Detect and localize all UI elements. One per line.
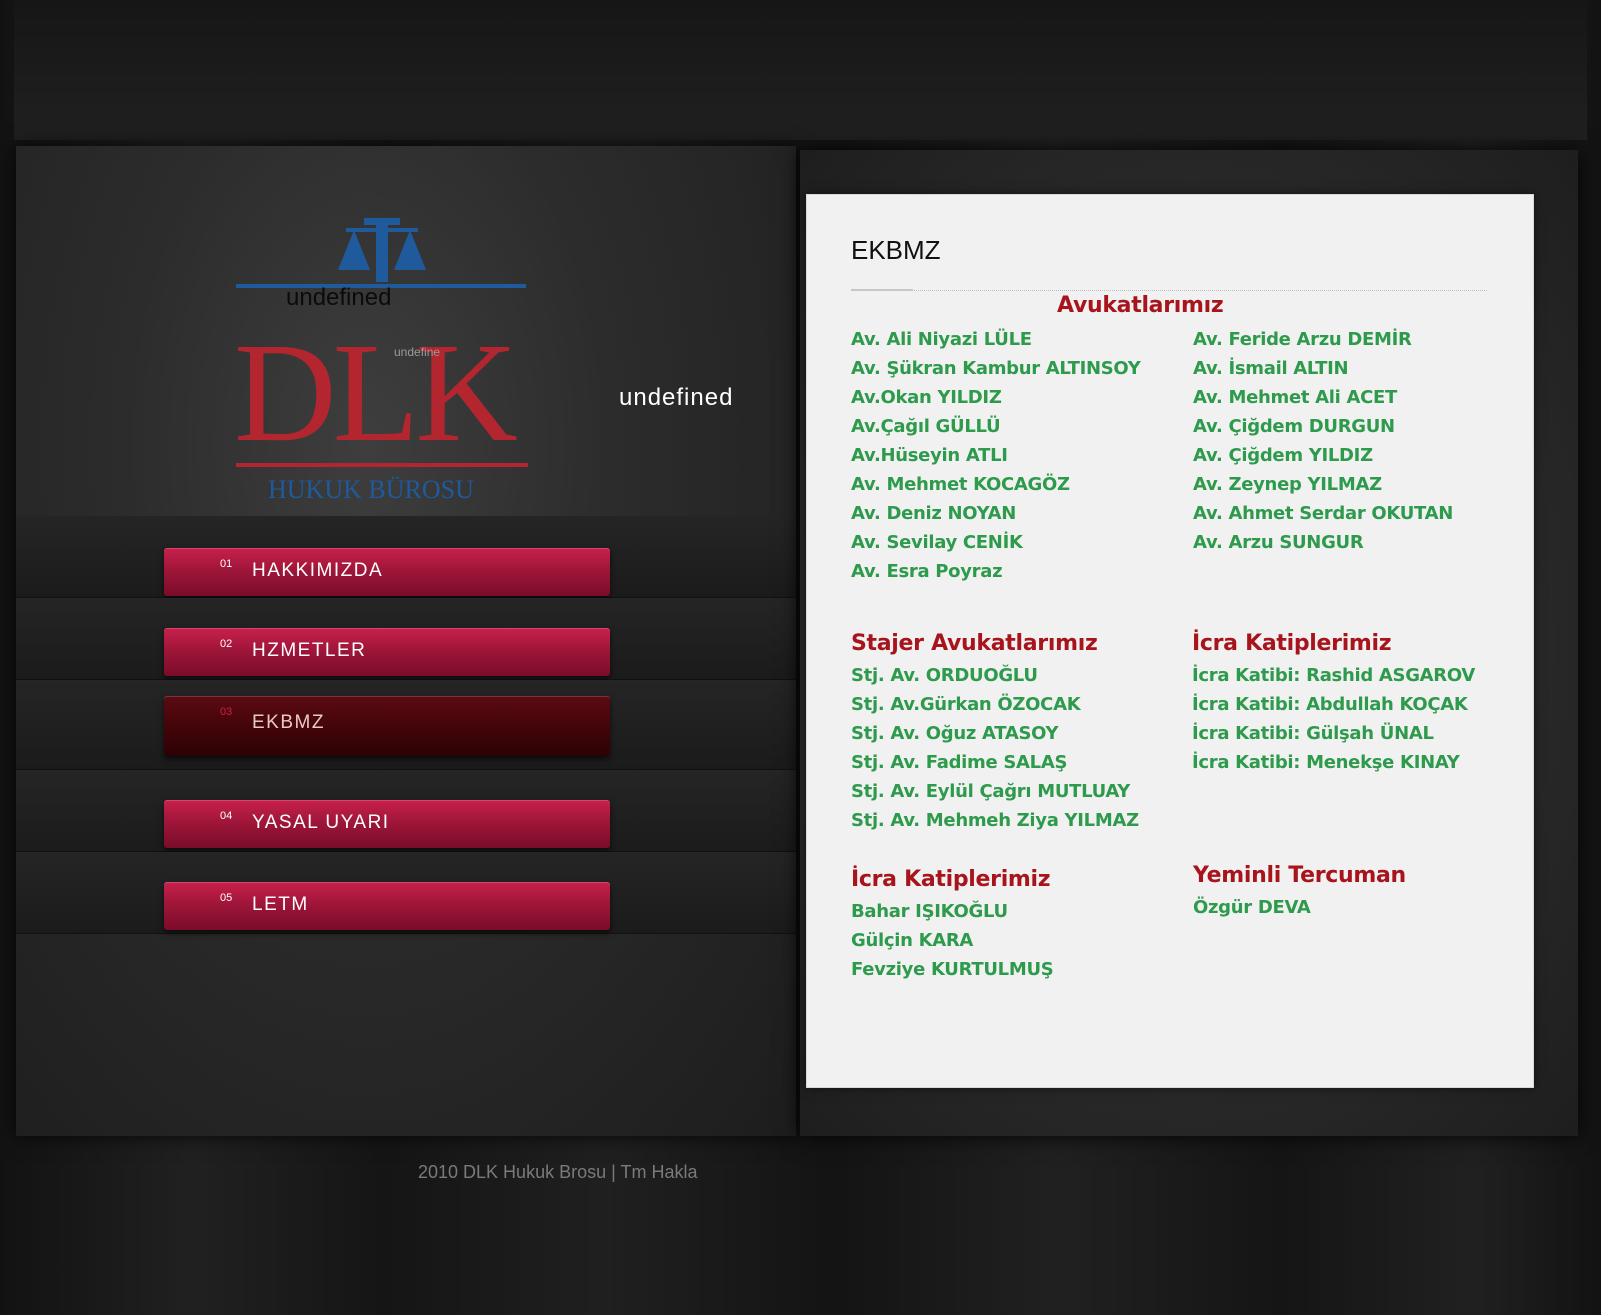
logo-subtitle: HUKUK BÜROSU (268, 475, 474, 504)
menu-number: 01 (220, 558, 233, 570)
menu-row: 02 HZMETLER (16, 598, 796, 680)
list-item: İcra Katibi: Rashid ASGAROV (1192, 665, 1476, 686)
list-item: Av. İsmail ALTIN (1193, 358, 1349, 379)
list-item: Av. Zeynep YILMAZ (1193, 474, 1382, 495)
list-item: Av. Deniz NOYAN (851, 503, 1017, 524)
menu-row: 04 YASAL UYARI (16, 770, 796, 852)
list-item: Stj. Av. Eylül Çağrı MUTLUAY (851, 781, 1131, 802)
menu-number: 04 (220, 810, 233, 822)
icra-list: İcra Katibi: Rashid ASGAROV İcra Katibi:… (1192, 661, 1475, 777)
logo-divider (236, 463, 528, 467)
list-item: İcra Katibi: Gülşah ÜNAL (1192, 723, 1434, 744)
list-item: Av. Mehmet KOCAGÖZ (851, 474, 1070, 495)
menu-item-hizmetler[interactable]: 02 HZMETLER (164, 628, 610, 676)
yeminli-list: Özgür DEVA (1193, 893, 1311, 922)
list-item: Av.Çağıl GÜLLÜ (851, 416, 1001, 437)
section-heading-avukatlar: Avukatlarımız (1057, 293, 1224, 318)
section-heading-icra-2: İcra Katiplerimiz (851, 867, 1051, 892)
list-item: Bahar IŞIKOĞLU (851, 901, 1008, 922)
menu-label: LETM (252, 894, 309, 915)
top-band (14, 0, 1587, 140)
logo-overlay-text: undefined (286, 284, 392, 311)
list-item: Stj. Av. Mehmeh Ziya YILMAZ (851, 810, 1139, 831)
section-heading-yeminli: Yeminli Tercuman (1193, 863, 1406, 888)
menu-number: 02 (220, 638, 233, 650)
menu-number: 05 (220, 892, 233, 904)
footer-copyright: 2010 DLK Hukuk Brosu | Tm Hakla (418, 1162, 698, 1182)
list-item: İcra Katibi: Menekşe KINAY (1192, 752, 1460, 773)
list-item: Av. Esra Poyraz (851, 561, 1003, 582)
menu-label: HAKKIMIZDA (252, 560, 384, 581)
section-heading-stajer: Stajer Avukatlarımız (851, 631, 1098, 656)
list-item: Av. Feride Arzu DEMİR (1193, 329, 1412, 350)
menu-label: HZMETLER (252, 640, 367, 661)
list-item: Av. Çiğdem YILDIZ (1193, 445, 1373, 466)
list-item: Stj. Av. Oğuz ATASOY (851, 723, 1059, 744)
list-item: Gülçin KARA (851, 930, 974, 951)
menu-row: 05 LETM (16, 852, 796, 934)
section-heading-icra: İcra Katiplerimiz (1192, 631, 1392, 656)
icra-list-2: Bahar IŞIKOĞLU Gülçin KARA Fevziye KURTU… (851, 897, 1054, 984)
list-item: Av. Mehmet Ali ACET (1193, 387, 1397, 408)
avukatlar-list-left: Av. Ali Niyazi LÜLE Av. Şükran Kambur AL… (851, 325, 1141, 586)
list-item: Stj. Av.Gürkan ÖZOCAK (851, 694, 1081, 715)
logo-overlay-text-small: undefine (394, 345, 441, 359)
list-item: İcra Katibi: Abdullah KOÇAK (1192, 694, 1468, 715)
left-panel: DLK HUKUK BÜROSU undefined undefine unde… (16, 146, 796, 1136)
dlk-logo[interactable]: DLK HUKUK BÜROSU (236, 218, 556, 518)
list-item: Av. Ahmet Serdar OKUTAN (1193, 503, 1453, 524)
list-item: Av. Çiğdem DURGUN (1193, 416, 1395, 437)
menu-item-ekibimiz[interactable]: 03 EKBMZ (164, 696, 610, 756)
menu-number: 03 (220, 706, 233, 718)
menu-row: 03 EKBMZ (16, 680, 796, 770)
page-title: EKBMZ (851, 235, 941, 265)
page-background: DLK HUKUK BÜROSU undefined undefine unde… (0, 0, 1601, 1315)
menu-item-yasal-uyari[interactable]: 04 YASAL UYARI (164, 800, 610, 848)
logo-brand: DLK (236, 313, 517, 471)
menu-label: YASAL UYARI (252, 812, 390, 833)
menu-row: 01 HAKKIMIZDA (16, 516, 796, 598)
list-item: Av. Arzu SUNGUR (1193, 532, 1364, 553)
side-text: undefined (619, 384, 734, 411)
list-item: Av. Sevilay CENİK (851, 532, 1023, 553)
list-item: Av. Şükran Kambur ALTINSOY (851, 358, 1141, 379)
list-item: Fevziye KURTULMUŞ (851, 959, 1054, 980)
title-divider-accent (851, 289, 913, 291)
list-item: Özgür DEVA (1193, 897, 1311, 918)
content-card: EKBMZ Avukatlarımız Av. Ali Niyazi LÜLE … (806, 194, 1534, 1088)
list-item: Av. Ali Niyazi LÜLE (851, 329, 1032, 350)
menu-item-hakkimizda[interactable]: 01 HAKKIMIZDA (164, 548, 610, 596)
menu-label: EKBMZ (252, 712, 325, 733)
list-item: Stj. Av. ORDUOĞLU (851, 665, 1038, 686)
stajer-list: Stj. Av. ORDUOĞLU Stj. Av.Gürkan ÖZOCAK … (851, 661, 1139, 835)
avukatlar-list-right: Av. Feride Arzu DEMİR Av. İsmail ALTIN A… (1193, 325, 1453, 557)
menu-item-iletisim[interactable]: 05 LETM (164, 882, 610, 930)
list-item: Stj. Av. Fadime SALAŞ (851, 752, 1068, 773)
scales-icon (236, 218, 526, 288)
list-item: Av.Hüseyin ATLI (851, 445, 1008, 466)
title-divider (851, 290, 1487, 291)
list-item: Av.Okan YILDIZ (851, 387, 1002, 408)
